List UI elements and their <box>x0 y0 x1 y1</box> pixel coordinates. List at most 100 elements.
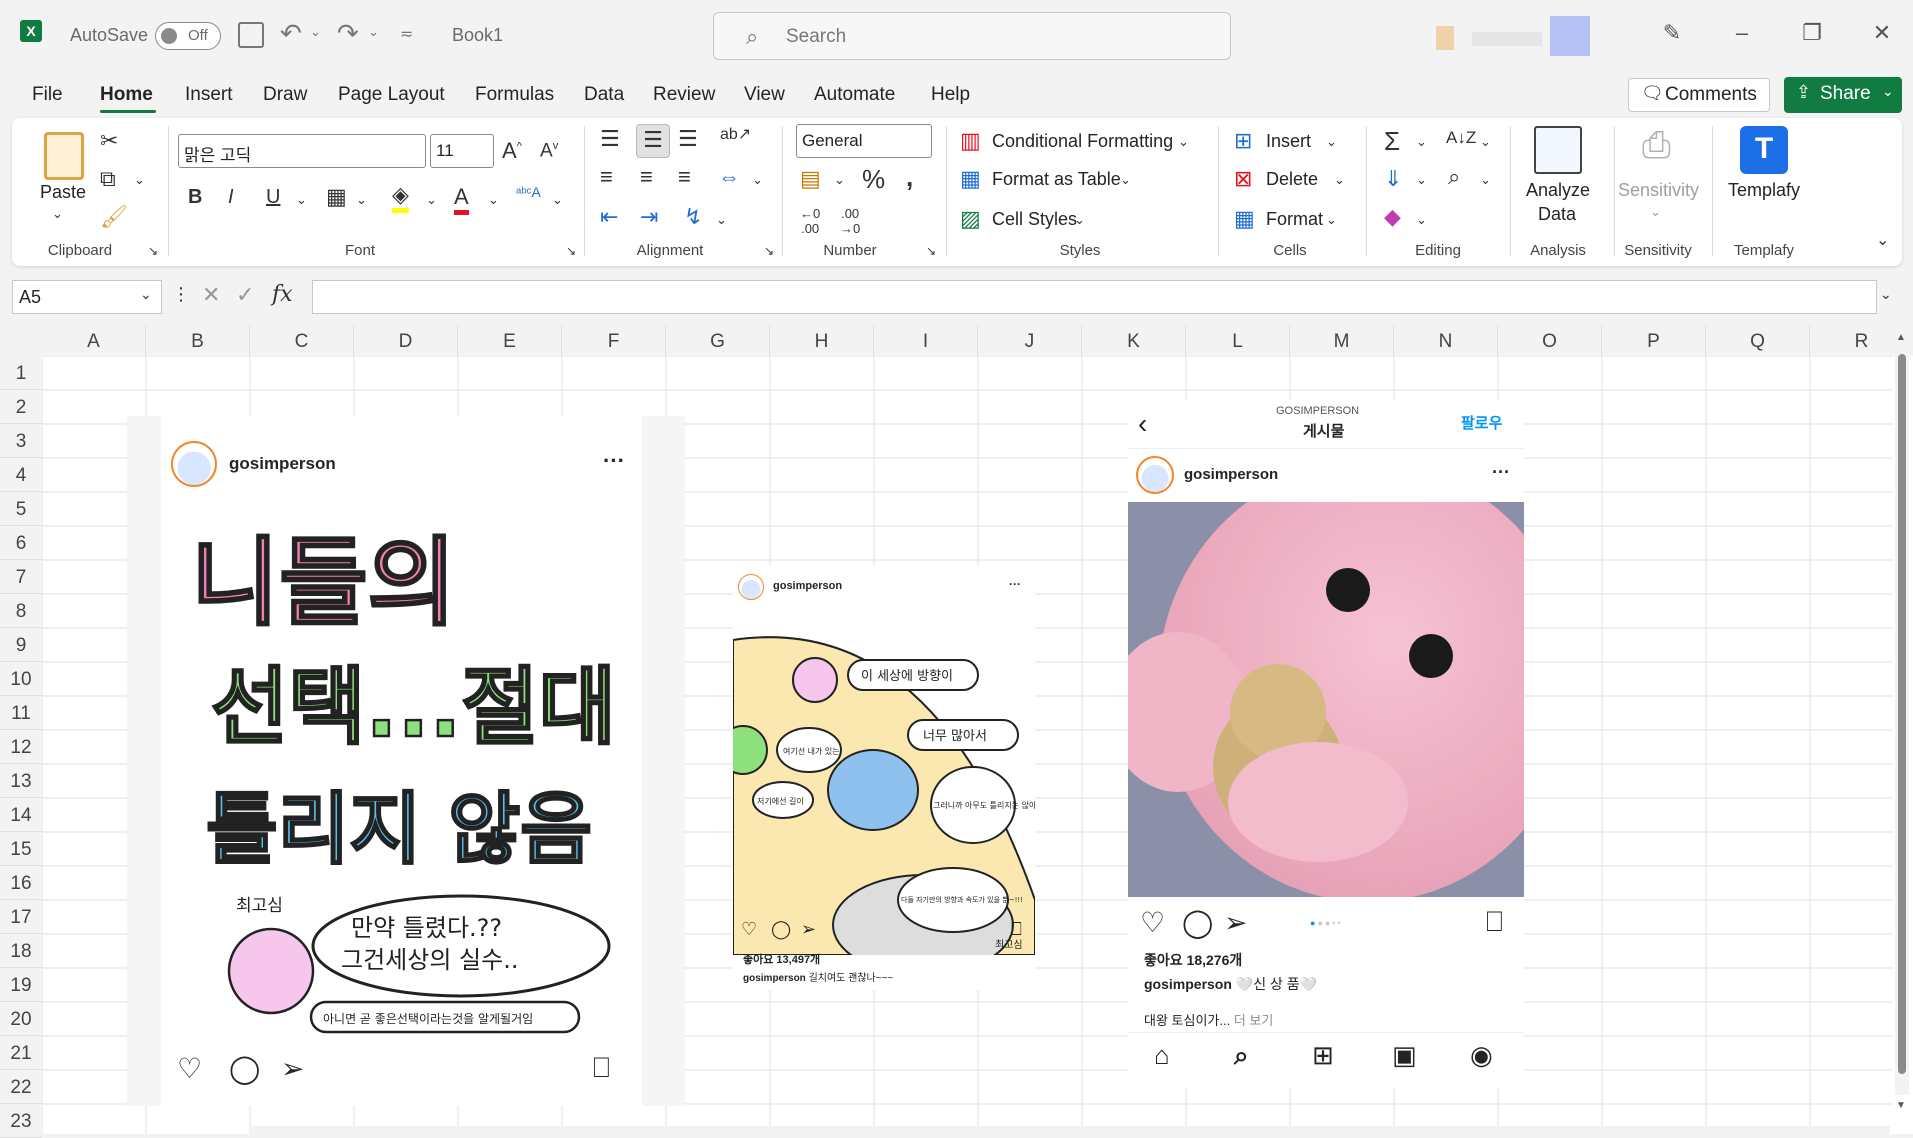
increase-indent-icon[interactable]: ⇥ <box>640 204 658 230</box>
confirm-entry-icon[interactable]: ✓ <box>236 282 254 308</box>
follow-button[interactable]: 팔로우 <box>1461 412 1502 433</box>
paste-button[interactable]: Paste <box>40 182 86 203</box>
align-center-icon[interactable]: ≡ <box>640 164 653 190</box>
alignment-launcher-icon[interactable]: ↘ <box>764 244 774 258</box>
row-header-19[interactable]: 19 <box>0 968 42 1002</box>
analyze-data-button-line2[interactable]: Data <box>1538 204 1576 225</box>
share-icon[interactable]: ➢ <box>281 1052 304 1085</box>
clear-dropdown-icon[interactable]: ⌄ <box>1416 212 1427 228</box>
row-header-4[interactable]: 4 <box>0 458 42 492</box>
comma-style-icon[interactable]: , <box>906 162 913 193</box>
reels-icon[interactable]: ▣ <box>1392 1040 1417 1071</box>
paste-dropdown-icon[interactable]: ⌄ <box>52 206 63 222</box>
minimize-icon[interactable]: – <box>1722 20 1762 46</box>
like-icon[interactable]: ♡ <box>177 1052 202 1085</box>
sensitivity-button[interactable]: Sensitivity <box>1618 180 1699 201</box>
formula-input[interactable] <box>312 280 1877 314</box>
row-header-22[interactable]: 22 <box>0 1070 42 1104</box>
bookmark-icon[interactable]: ⎕ <box>1486 906 1503 939</box>
fill-color-icon[interactable]: ◈ <box>392 182 409 213</box>
wrap-text-icon[interactable]: ↯ <box>684 204 702 230</box>
paste-icon[interactable] <box>44 132 84 180</box>
conditional-formatting-button[interactable]: Conditional Formatting <box>992 131 1173 152</box>
cut-icon[interactable]: ✂ <box>100 128 118 154</box>
fill-dropdown-icon[interactable]: ⌄ <box>1416 172 1427 188</box>
menu-automate[interactable]: Automate <box>814 84 895 106</box>
increase-decimal-icon[interactable]: ←0.00 <box>800 206 820 236</box>
sort-dropdown-icon[interactable]: ⌄ <box>1480 134 1491 150</box>
menu-formulas[interactable]: Formulas <box>475 84 554 106</box>
decrease-indent-icon[interactable]: ⇤ <box>600 204 618 230</box>
scroll-down-icon[interactable]: ▼ <box>1896 1100 1906 1111</box>
align-middle-icon[interactable]: ☰ <box>636 124 670 158</box>
format-cells-icon[interactable]: ▦ <box>1234 206 1255 232</box>
save-icon[interactable] <box>238 22 264 48</box>
bold-icon[interactable]: B <box>188 186 202 209</box>
horizontal-scrollbar[interactable] <box>250 1126 1890 1134</box>
format-as-table-button[interactable]: Format as Table <box>992 169 1121 190</box>
vertical-scrollbar[interactable] <box>1895 350 1909 1095</box>
post-username[interactable]: gosimperson <box>773 580 842 592</box>
insert-function-icon[interactable]: fx <box>272 282 293 307</box>
row-header-17[interactable]: 17 <box>0 900 42 934</box>
autosum-icon[interactable]: Σ <box>1384 126 1400 157</box>
merge-center-icon[interactable]: ⇔ <box>718 164 740 190</box>
sensitivity-dropdown-icon[interactable]: ⌄ <box>1650 204 1661 220</box>
decrease-font-icon[interactable]: Av <box>540 140 558 162</box>
column-header-c[interactable]: C <box>250 325 354 356</box>
post-username[interactable]: gosimperson <box>1184 466 1278 483</box>
row-header-12[interactable]: 12 <box>0 730 42 764</box>
menu-view[interactable]: View <box>744 84 785 106</box>
column-header-l[interactable]: L <box>1186 325 1290 356</box>
row-header-9[interactable]: 9 <box>0 628 42 662</box>
designer-icon[interactable]: ✎ <box>1652 20 1692 46</box>
insert-cells-button[interactable]: Insert <box>1266 131 1311 152</box>
scroll-up-icon[interactable]: ▲ <box>1896 332 1906 343</box>
accounting-format-icon[interactable]: ▤ <box>800 166 821 192</box>
like-icon[interactable]: ♡ <box>741 919 757 940</box>
redo-icon[interactable]: ↷ <box>337 18 359 49</box>
search-box[interactable]: ⌕ Search <box>713 12 1231 60</box>
insert-dropdown-icon[interactable]: ⌄ <box>1326 134 1337 150</box>
column-header-h[interactable]: H <box>770 325 874 356</box>
analyze-data-icon[interactable] <box>1534 126 1582 174</box>
comment-icon[interactable]: ◯ <box>229 1052 260 1085</box>
row-header-23[interactable]: 23 <box>0 1104 42 1138</box>
templafy-icon[interactable]: T <box>1740 126 1788 174</box>
menu-home[interactable]: Home <box>100 84 153 106</box>
sort-filter-icon[interactable]: A↓Z <box>1446 128 1476 148</box>
column-header-p[interactable]: P <box>1602 325 1706 356</box>
menu-data[interactable]: Data <box>584 84 624 106</box>
column-header-m[interactable]: M <box>1290 325 1394 356</box>
comment-icon[interactable]: ◯ <box>771 919 791 940</box>
menu-review[interactable]: Review <box>653 84 715 106</box>
more-options-icon[interactable]: ··· <box>1009 577 1021 591</box>
italic-icon[interactable]: I <box>228 186 234 209</box>
row-header-11[interactable]: 11 <box>0 696 42 730</box>
column-header-g[interactable]: G <box>666 325 770 356</box>
fill-color-dropdown-icon[interactable]: ⌄ <box>426 192 437 208</box>
conditional-formatting-icon[interactable]: ▥ <box>960 128 981 154</box>
caption-user[interactable]: gosimperson <box>743 973 806 984</box>
format-painter-icon[interactable]: 🖌 <box>100 204 128 230</box>
row-header-16[interactable]: 16 <box>0 866 42 900</box>
column-header-q[interactable]: Q <box>1706 325 1810 356</box>
font-color-icon[interactable]: A <box>454 184 469 215</box>
undo-dropdown-icon[interactable]: ⌄ <box>310 24 321 40</box>
formula-expand-icon[interactable]: ⌄ <box>1880 286 1892 303</box>
row-header-10[interactable]: 10 <box>0 662 42 696</box>
ig-post-right[interactable]: ‹ GOSIMPERSON 게시물 팔로우 gosimperson ··· ♡ … <box>1128 400 1524 1088</box>
find-dropdown-icon[interactable]: ⌄ <box>1480 172 1491 188</box>
phonetic-guide-icon[interactable]: ᵃᵇᶜA <box>516 184 541 200</box>
more-options-icon[interactable]: ⋮ <box>172 284 190 305</box>
row-header-14[interactable]: 14 <box>0 798 42 832</box>
align-bottom-icon[interactable]: ☰ <box>678 126 698 152</box>
more-link[interactable]: 더 보기 <box>1234 1013 1274 1028</box>
merge-dropdown-icon[interactable]: ⌄ <box>752 172 763 188</box>
align-top-icon[interactable]: ☰ <box>600 126 620 152</box>
column-header-a[interactable]: A <box>42 325 146 356</box>
fill-icon[interactable]: ⇓ <box>1384 166 1402 192</box>
column-header-e[interactable]: E <box>458 325 562 356</box>
autosum-dropdown-icon[interactable]: ⌄ <box>1416 134 1427 150</box>
phonetic-dropdown-icon[interactable]: ⌄ <box>552 192 563 208</box>
